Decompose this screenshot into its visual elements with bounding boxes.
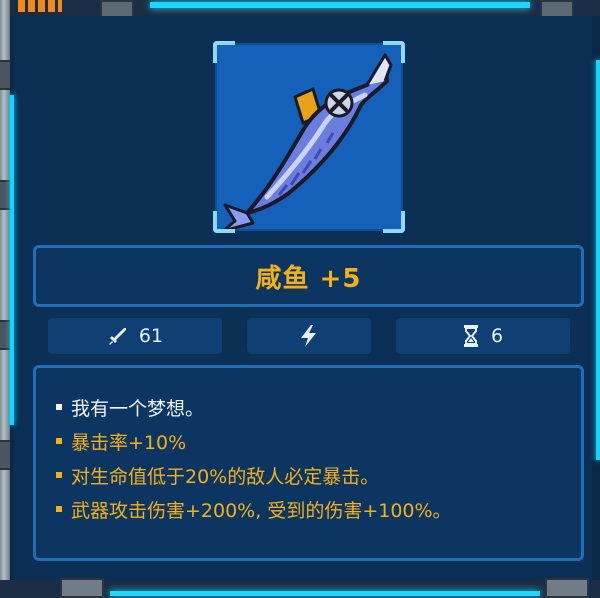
salted-fish-weapon-icon xyxy=(223,53,393,229)
description-line: 暴击率+10% xyxy=(56,424,581,458)
orange-stripes xyxy=(18,0,62,12)
item-tooltip-frame: 咸鱼 +5 61 6 我有一个梦想。 暴击率+10% 对生命值低于20%的敌人必… xyxy=(0,0,600,598)
cooldown-value: 6 xyxy=(490,325,504,347)
item-title-box: 咸鱼 +5 xyxy=(33,245,584,307)
lightning-icon xyxy=(301,325,316,347)
bullet xyxy=(56,404,62,410)
description-line: 武器攻击伤害+200%, 受到的伤害+100%。 xyxy=(56,492,581,526)
description-line: 对生命值低于20%的敌人必定暴击。 xyxy=(56,458,581,492)
description-line: 我有一个梦想。 xyxy=(56,390,581,424)
item-name: 咸鱼 +5 xyxy=(255,263,362,294)
item-description: 我有一个梦想。 暴击率+10% 对生命值低于20%的敌人必定暴击。 武器攻击伤害… xyxy=(33,365,584,561)
left-metal-rail xyxy=(0,0,10,598)
right-neon-strip xyxy=(596,60,600,460)
neon-strip xyxy=(110,591,540,596)
top-frame-bar xyxy=(0,0,600,18)
bullet xyxy=(56,506,62,512)
hourglass-icon xyxy=(463,325,478,347)
damage-value: 61 xyxy=(138,325,164,347)
item-icon-slot xyxy=(213,41,405,233)
energy-stat xyxy=(247,318,371,354)
bottom-frame-bar xyxy=(0,578,600,598)
neon-strip xyxy=(150,2,530,8)
damage-stat: 61 xyxy=(48,318,222,354)
cooldown-stat: 6 xyxy=(396,318,570,354)
bullet xyxy=(56,472,62,478)
sword-icon xyxy=(108,328,126,345)
left-neon-strip xyxy=(10,95,14,425)
bullet xyxy=(56,438,62,444)
